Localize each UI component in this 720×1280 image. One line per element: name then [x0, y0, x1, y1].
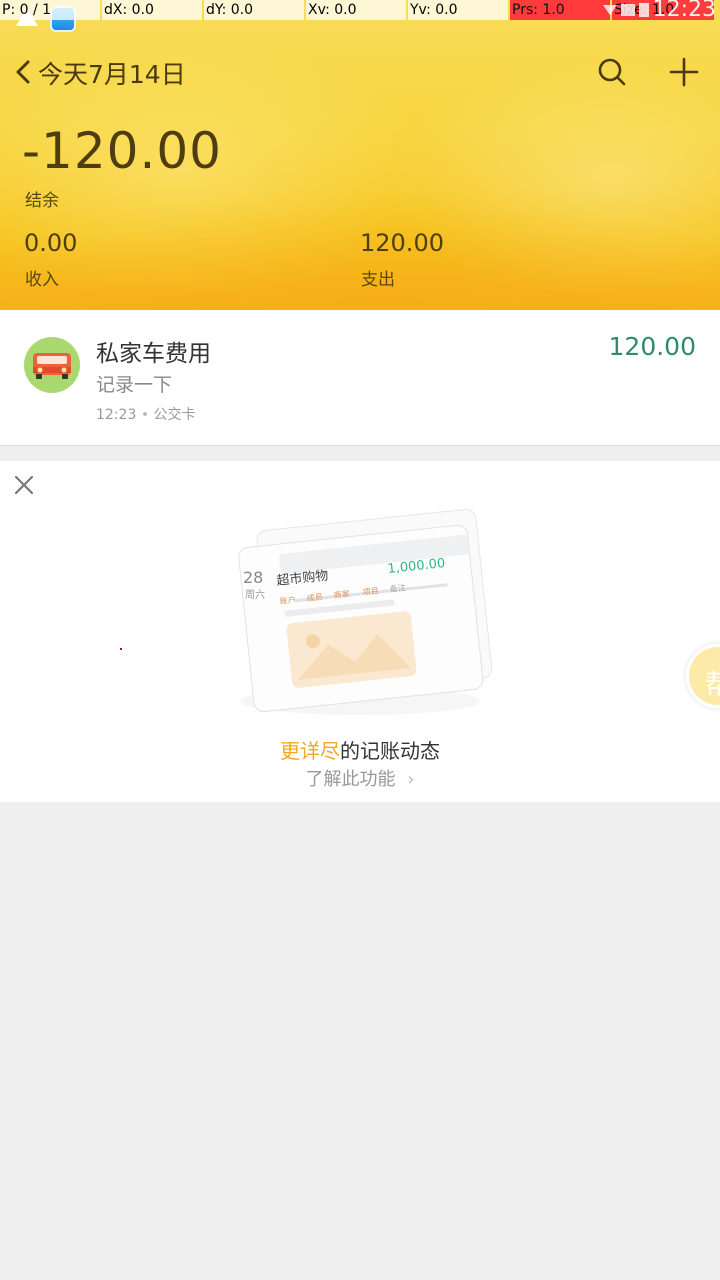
- add-icon[interactable]: [664, 52, 704, 92]
- debug-dy: dY: 0.0: [204, 0, 304, 20]
- illustration-field: 账户: [279, 594, 296, 606]
- page-title[interactable]: 今天7月14日: [38, 55, 186, 91]
- wifi-icon: [602, 5, 617, 15]
- summary-header: 今天7月14日 -120.00 结余 0.00 收入 120.00 支出: [0, 0, 720, 310]
- transaction-meta: 12:23 • 公交卡: [96, 404, 196, 424]
- illustration-weekday: 周六: [245, 589, 265, 601]
- search-icon[interactable]: [592, 52, 632, 92]
- debug-pointer: P: 0 / 1: [0, 0, 100, 20]
- transaction-item[interactable]: 私家车费用 记录一下 12:23 • 公交卡 120.00: [0, 310, 720, 446]
- illustration-field: 项目: [362, 586, 379, 597]
- touch-indicator: [120, 648, 122, 650]
- learn-more-label: 了解此功能: [305, 769, 396, 790]
- debug-yv: Yv: 0.0: [408, 0, 508, 20]
- illustration-field: 商家: [333, 588, 350, 600]
- feature-promo-card: 28 周六 超市购物 1,000.00 账户 成员 商家 项目 备注 更详尽的记…: [0, 461, 720, 802]
- meta-separator: •: [140, 407, 154, 423]
- signal-icon: [620, 4, 635, 16]
- illustration-field: 备注: [389, 582, 406, 594]
- status-clock: 12:23: [652, 0, 716, 22]
- system-icons: 12:23: [602, 0, 716, 22]
- chevron-right-icon: ›: [407, 769, 415, 790]
- promo-title-rest: 的记账动态: [340, 739, 440, 763]
- car-icon: [24, 337, 80, 393]
- income-value: 0.00: [24, 229, 78, 257]
- balance-value: -120.00: [22, 122, 222, 180]
- transaction-account: 公交卡: [153, 407, 196, 423]
- promo-illustration: 28 周六 超市购物 1,000.00 账户 成员 商家 项目 备注: [225, 501, 495, 721]
- learn-more-link[interactable]: 了解此功能 ›: [0, 765, 720, 791]
- income-label: 收入: [25, 270, 59, 290]
- close-icon[interactable]: [10, 471, 38, 499]
- help-float-label: 帮: [705, 663, 720, 703]
- transaction-amount: 120.00: [608, 332, 696, 361]
- debug-pressure: Prs: 1.0: [510, 0, 610, 20]
- expense-value: 120.00: [360, 229, 444, 257]
- promo-title: 更详尽的记账动态: [0, 735, 720, 764]
- illustration-day: 28: [243, 568, 263, 587]
- battery-icon: [638, 3, 649, 17]
- expense-label: 支出: [361, 270, 395, 290]
- illustration-field: 成员: [306, 591, 323, 603]
- balance-label: 结余: [25, 191, 59, 211]
- transaction-time: 12:23: [96, 407, 137, 423]
- debug-dx: dX: 0.0: [102, 0, 202, 20]
- debug-xv: Xv: 0.0: [306, 0, 406, 20]
- transaction-note: 记录一下: [96, 374, 173, 396]
- transaction-category: 私家车费用: [96, 341, 211, 367]
- promo-title-highlight: 更详尽: [280, 739, 340, 763]
